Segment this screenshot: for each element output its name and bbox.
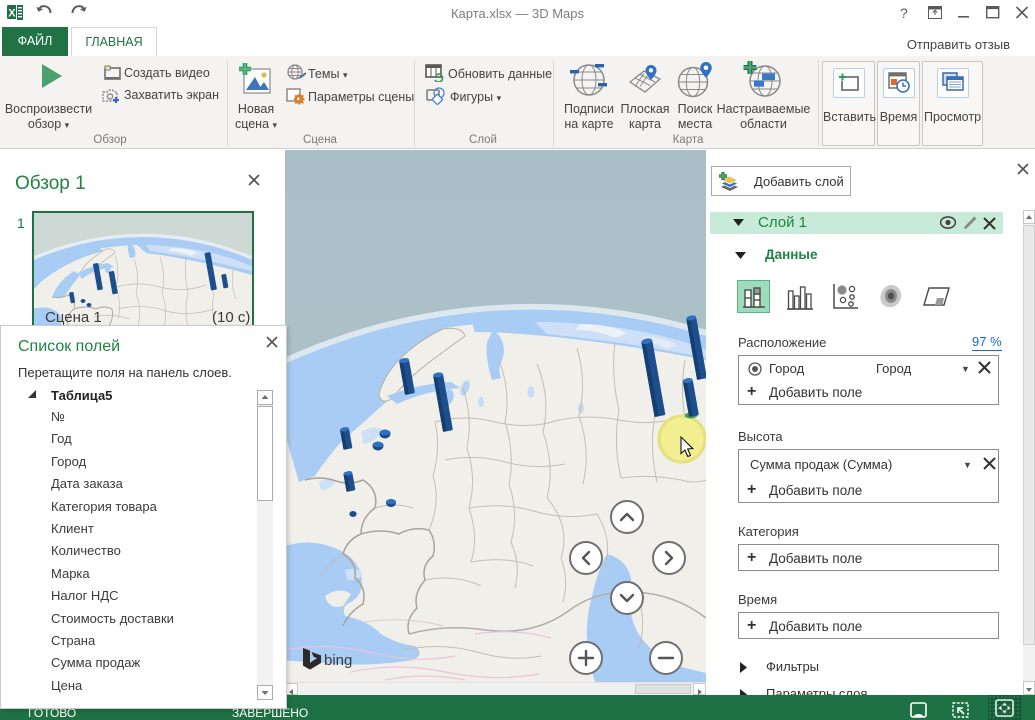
svg-text:(10 с): (10 с) (212, 309, 250, 326)
svg-text:Сцена 1: Сцена 1 (45, 309, 102, 326)
svg-text:bing: bing (324, 652, 352, 669)
